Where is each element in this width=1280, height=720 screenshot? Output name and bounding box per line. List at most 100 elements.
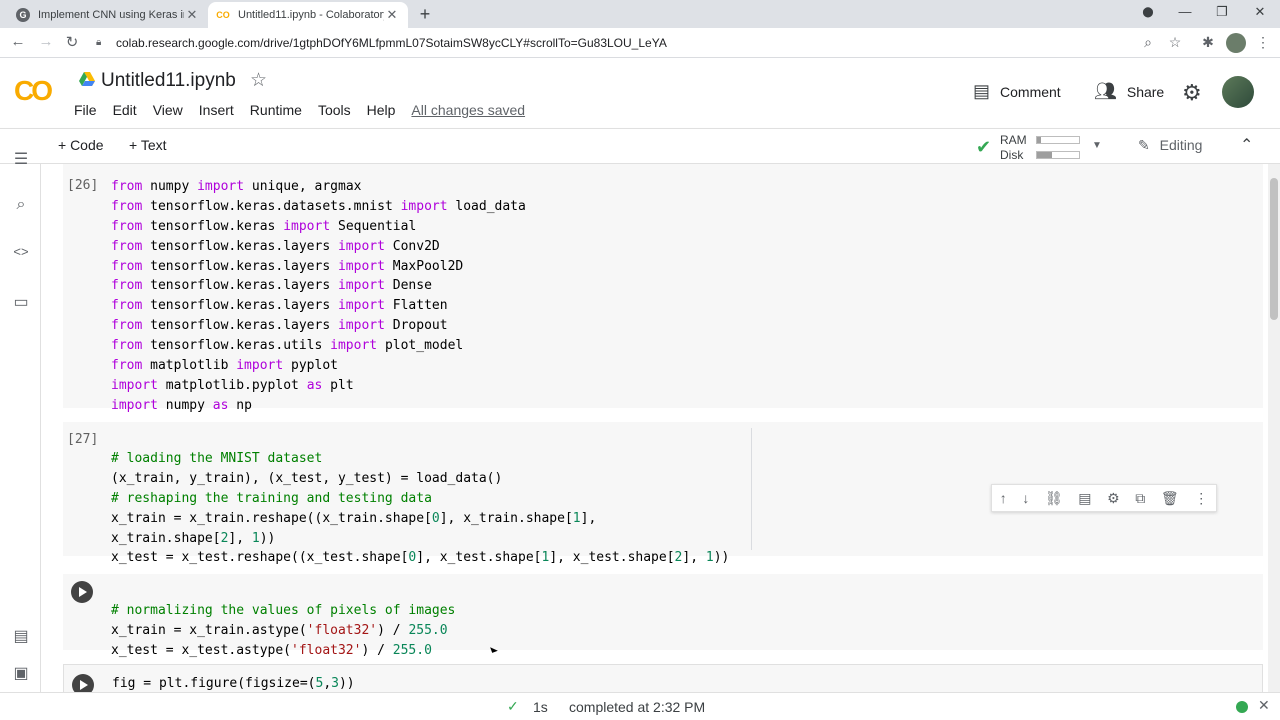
tab-title: Untitled11.ipynb - Colaboratory (238, 9, 384, 21)
url-field[interactable]: 🔒︎ colab.research.google.com/drive/1gtph… (96, 32, 1166, 54)
reload-icon[interactable]: ↻ (62, 33, 82, 51)
comment-icon: ▤ (973, 81, 991, 101)
menu-bar: File Edit View Insert Runtime Tools Help… (74, 102, 541, 118)
google-favicon-icon: G (16, 8, 30, 22)
menu-runtime[interactable]: Runtime (250, 102, 302, 118)
menu-insert[interactable]: Insert (199, 102, 234, 118)
tab-title: Implement CNN using Keras in M (38, 9, 184, 21)
execution-count: [26] (67, 178, 99, 193)
comment-cell-icon[interactable]: ▤ (1078, 490, 1091, 507)
lock-icon: 🔒︎ (96, 37, 102, 48)
resources-indicator[interactable]: ✔ RAM Disk ▼ (976, 132, 1106, 162)
new-tab-button[interactable]: + (414, 4, 436, 25)
close-status-icon[interactable]: ✕ (1258, 697, 1270, 714)
disk-bar (1036, 151, 1080, 159)
code-line: fig = plt.figure(figsize=(5,3)) (112, 676, 355, 691)
code-cell-focused[interactable]: fig = plt.figure(figsize=(5,3)) (63, 664, 1263, 692)
run-cell-button[interactable] (72, 674, 94, 692)
menu-tools[interactable]: Tools (318, 102, 351, 118)
share-button[interactable]: 👥︎ Share (1094, 81, 1164, 102)
code-line: x_train.shape[2], 1)) (111, 530, 276, 546)
menu-edit[interactable]: Edit (113, 102, 137, 118)
code-line: from tensorflow.keras.layers import Flat… (111, 298, 448, 314)
zoom-icon[interactable]: ⌕ (1139, 34, 1157, 51)
delete-icon[interactable]: 🗑︎ (1161, 490, 1179, 507)
settings-gear-icon[interactable]: ⚙ (1182, 80, 1202, 106)
minimize-icon[interactable]: — (1175, 4, 1195, 19)
completion-status[interactable]: completed at 2:32 PM (569, 699, 705, 715)
link-icon[interactable]: ⛓ (1045, 490, 1063, 507)
browser-avatar[interactable] (1226, 33, 1246, 53)
extensions-icon[interactable]: ✱ (1199, 34, 1217, 51)
move-up-icon[interactable]: ↑ (1000, 490, 1007, 506)
close-tab-icon[interactable]: ✕ (384, 7, 400, 23)
files-folder-icon[interactable]: ▭ (10, 292, 32, 312)
colab-logo[interactable]: CO (14, 75, 53, 107)
resources-dropdown-icon[interactable]: ▼ (1092, 140, 1102, 151)
notebook-content: [26] from numpy import unique, argmax fr… (41, 164, 1268, 692)
code-editor[interactable]: # loading the MNIST dataset (x_train, y_… (111, 429, 729, 568)
code-line: from tensorflow.keras.layers import Drop… (111, 318, 448, 334)
connected-check-icon: ✔ (976, 137, 992, 157)
pencil-icon: ✎ (1138, 137, 1150, 153)
forward-icon[interactable]: → (36, 33, 56, 50)
comment-button[interactable]: ▤ Comment (973, 81, 1061, 102)
browser-tab-keras[interactable]: G Implement CNN using Keras in M ✕ (8, 2, 208, 28)
close-tab-icon[interactable]: ✕ (184, 7, 200, 23)
menu-file[interactable]: File (74, 102, 97, 118)
code-line: from tensorflow.keras.layers import Conv… (111, 238, 440, 254)
code-line: x_train = x_train.astype('float32') / 25… (111, 622, 448, 638)
star-icon[interactable]: ☆ (250, 69, 267, 92)
comment-label: Comment (1000, 83, 1061, 100)
code-line: from tensorflow.keras.utils import plot_… (111, 338, 464, 354)
success-check-icon: ✓ (507, 698, 519, 714)
run-cell-button[interactable] (71, 581, 93, 603)
profile-menu-icon[interactable]: ⬤ (1138, 7, 1158, 18)
execution-duration: 1s (533, 699, 548, 715)
save-status-link[interactable]: All changes saved (411, 102, 525, 118)
code-editor[interactable]: # normalizing the values of pixels of im… (111, 581, 455, 661)
back-icon[interactable]: ← (8, 33, 28, 50)
collapse-header-icon[interactable]: ⌃ (1240, 135, 1253, 155)
url-text: colab.research.google.com/drive/1gtphDOf… (116, 36, 667, 50)
code-snippets-icon[interactable]: <> (10, 244, 32, 259)
code-line: x_test = x_test.reshape((x_test.shape[0]… (111, 550, 730, 566)
search-icon[interactable]: ⌕ (10, 196, 32, 214)
browser-tab-colab[interactable]: CO Untitled11.ipynb - Colaboratory ✕ (208, 2, 408, 28)
status-bar: ✓ 1s completed at 2:32 PM ✕ (0, 692, 1280, 720)
maximize-icon[interactable]: ❐ (1212, 4, 1232, 20)
line-length-ruler (751, 428, 752, 550)
menu-help[interactable]: Help (367, 102, 396, 118)
code-editor[interactable]: from numpy import unique, argmax from te… (111, 164, 526, 416)
add-code-button[interactable]: + Code (58, 137, 104, 153)
notebook-title[interactable]: Untitled11.ipynb (101, 70, 236, 92)
more-options-icon[interactable]: ⋮ (1194, 490, 1208, 507)
mirror-cell-icon[interactable]: ⧉ (1135, 490, 1145, 507)
status-indicator-dot (1236, 701, 1248, 713)
colab-favicon-icon: CO (216, 10, 230, 20)
ram-label: RAM (1000, 133, 1027, 147)
code-line: x_train = x_train.reshape((x_train.shape… (111, 510, 597, 526)
user-avatar[interactable] (1222, 76, 1254, 108)
code-editor[interactable]: fig = plt.figure(figsize=(5,3)) (112, 674, 355, 692)
code-line: from tensorflow.keras.layers import Dens… (111, 278, 432, 294)
table-of-contents-icon[interactable]: ☰ (10, 149, 32, 169)
code-line: (x_train, y_train), (x_test, y_test) = l… (111, 470, 503, 486)
editing-mode-button[interactable]: ✎ Editing (1138, 137, 1202, 154)
code-cell[interactable]: # normalizing the values of pixels of im… (63, 574, 1263, 658)
terminal-icon[interactable]: ▣ (10, 663, 32, 683)
scrollbar-thumb[interactable] (1270, 178, 1278, 320)
cell-settings-icon[interactable]: ⚙ (1107, 490, 1120, 507)
browser-menu-icon[interactable]: ⋮ (1254, 34, 1272, 51)
code-line: from matplotlib import pyplot (111, 358, 338, 374)
close-window-icon[interactable]: ✕ (1250, 4, 1270, 20)
add-text-button[interactable]: + Text (129, 137, 167, 153)
menu-view[interactable]: View (153, 102, 183, 118)
code-cell[interactable]: [26] from numpy import unique, argmax fr… (63, 164, 1263, 413)
command-palette-icon[interactable]: ▤ (10, 626, 32, 646)
code-line: from numpy import unique, argmax (111, 178, 362, 194)
scrollbar[interactable] (1268, 164, 1280, 692)
move-down-icon[interactable]: ↓ (1022, 490, 1029, 506)
notebook-toolbar: + Code + Text ✔ RAM Disk ▼ ✎ Editing ⌃ (0, 128, 1280, 164)
bookmark-star-icon[interactable]: ☆ (1166, 34, 1184, 51)
